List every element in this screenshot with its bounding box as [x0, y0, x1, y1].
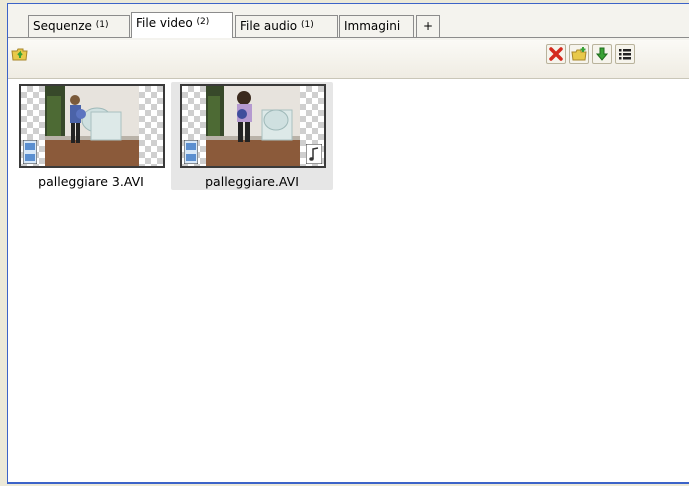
import-down-icon	[595, 47, 609, 61]
tab-file-video[interactable]: File video (2)	[131, 12, 233, 38]
new-folder-icon	[571, 47, 587, 61]
file-item-selected[interactable]: palleggiare.AVI	[171, 82, 333, 190]
video-thumbnail	[19, 84, 165, 168]
file-name: palleggiare.AVI	[205, 174, 299, 189]
delete-icon	[549, 47, 563, 61]
tab-immagini[interactable]: Immagini	[339, 15, 414, 37]
video-thumbnail	[180, 84, 326, 168]
tab-sequenze[interactable]: Sequenze (1)	[28, 15, 130, 37]
delete-button[interactable]	[546, 44, 566, 64]
add-tab-button[interactable]: +	[416, 15, 440, 37]
audio-note-icon	[306, 144, 322, 164]
tab-count: (1)	[95, 20, 109, 30]
toolbar	[8, 40, 689, 79]
video-frame-image	[206, 86, 300, 166]
tab-file-audio[interactable]: File audio (1)	[235, 15, 338, 37]
tab-label: Immagini	[344, 19, 401, 33]
media-browser-panel: Sequenze (1) File video (2) File audio (…	[7, 3, 689, 484]
file-name: palleggiare 3.AVI	[38, 174, 144, 189]
list-view-button[interactable]	[615, 44, 635, 64]
list-view-icon	[619, 49, 631, 60]
tab-count: (1)	[300, 20, 314, 30]
video-frame-image	[45, 86, 139, 166]
tab-count: (2)	[196, 17, 210, 27]
tab-bar: Sequenze (1) File video (2) File audio (…	[8, 4, 689, 42]
film-icon	[184, 140, 198, 164]
folder-up-icon	[11, 48, 28, 61]
tab-label: +	[422, 19, 434, 33]
tab-label: File video	[136, 16, 193, 30]
new-folder-button[interactable]	[569, 44, 589, 64]
tab-label: File audio	[240, 19, 298, 33]
film-icon	[23, 140, 37, 164]
tab-label: Sequenze	[33, 19, 92, 33]
import-button[interactable]	[592, 44, 612, 64]
tab-baseline	[8, 37, 689, 38]
folder-up-button[interactable]	[10, 44, 30, 64]
file-item[interactable]: palleggiare 3.AVI	[10, 82, 172, 190]
